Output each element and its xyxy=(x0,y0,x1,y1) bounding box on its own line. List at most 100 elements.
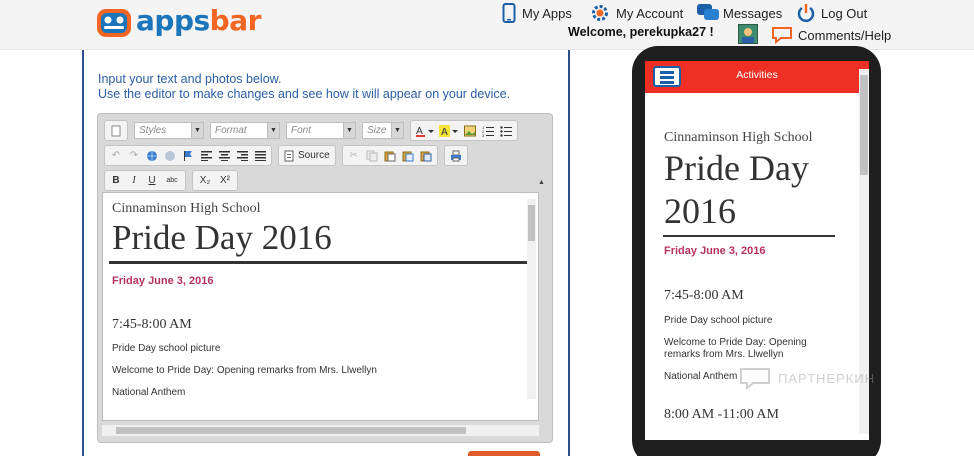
content-agenda-item: Pride Day school picture xyxy=(112,343,221,354)
unlink-icon xyxy=(165,150,175,161)
menu-line xyxy=(660,81,674,84)
italic-button[interactable]: I xyxy=(126,173,142,189)
nav-messages[interactable]: Messages xyxy=(696,2,782,24)
nav-my-account[interactable]: My Account xyxy=(590,2,683,24)
format-dropdown[interactable]: Format ▼ xyxy=(210,122,280,139)
new-page-button[interactable] xyxy=(108,123,124,139)
link-button[interactable] xyxy=(144,148,160,164)
toolbar-group-print xyxy=(443,145,468,166)
source-button[interactable]: Source xyxy=(281,150,333,162)
rich-text-editor: Styles ▼ Format ▼ Font ▼ Size ▼ A A 1 2 … xyxy=(97,113,553,443)
toolbar-group-clipboard: ✂ xyxy=(341,145,438,166)
scrollbar-thumb[interactable] xyxy=(860,75,868,175)
gear-icon xyxy=(592,5,608,21)
scrollbar-thumb[interactable] xyxy=(116,427,466,434)
background-color-button[interactable]: A xyxy=(438,123,460,139)
preview-date: Friday June 3, 2016 xyxy=(664,245,766,257)
top-header: appsbar My Apps My Account Messages Log … xyxy=(0,0,974,50)
appsbar-logo[interactable]: appsbar xyxy=(96,4,261,40)
phone-icon xyxy=(502,3,516,23)
copy-icon xyxy=(366,150,378,161)
highlight-color-icon: A xyxy=(439,124,458,138)
content-divider xyxy=(109,261,532,264)
logo-apps-text: apps xyxy=(136,4,210,37)
undo-icon: ↶ xyxy=(111,150,121,161)
unlink-button[interactable] xyxy=(162,148,178,164)
bold-button[interactable]: B xyxy=(108,173,124,189)
paste-button[interactable] xyxy=(382,148,398,164)
collapse-toolbar-button[interactable]: ▲ xyxy=(538,179,545,186)
preview-school-name: Cinnaminson High School xyxy=(664,130,813,145)
nav-log-out-label: Log Out xyxy=(821,5,868,21)
strikethrough-button[interactable]: abc xyxy=(162,173,182,189)
format-label: Format xyxy=(215,125,247,136)
comment-icon xyxy=(772,27,792,44)
styles-dropdown[interactable]: Styles ▼ xyxy=(134,122,204,139)
subscript-button[interactable]: X₂ xyxy=(196,173,214,189)
toolbar-group-document xyxy=(104,120,128,141)
numbered-list-button[interactable]: 123 xyxy=(480,123,496,139)
instruction-line-1: Input your text and photos below. xyxy=(98,72,282,86)
nav-my-apps[interactable]: My Apps xyxy=(502,2,572,24)
text-color-button[interactable]: A xyxy=(414,123,436,139)
chevron-down-icon: ▼ xyxy=(391,123,403,138)
flag-icon xyxy=(184,150,192,161)
app-header-bar: Activities xyxy=(645,61,869,93)
justify-button[interactable] xyxy=(252,148,268,164)
align-right-button[interactable] xyxy=(234,148,250,164)
paste-word-icon xyxy=(420,151,432,161)
paste-word-button[interactable] xyxy=(418,148,434,164)
superscript-button[interactable]: X² xyxy=(216,173,234,189)
content-time-slot: 7:45-8:00 AM xyxy=(112,317,192,332)
redo-icon: ↷ xyxy=(129,150,139,161)
copy-button[interactable] xyxy=(364,148,380,164)
source-page-icon xyxy=(284,150,294,161)
content-title: Pride Day 2016 xyxy=(112,218,332,257)
nav-my-account-label: My Account xyxy=(616,5,684,21)
redo-button[interactable]: ↷ xyxy=(126,148,142,164)
font-dropdown[interactable]: Font ▼ xyxy=(286,122,356,139)
svg-text:3: 3 xyxy=(482,133,485,137)
editor-horizontal-scrollbar[interactable] xyxy=(102,425,539,436)
scrollbar-thumb[interactable] xyxy=(528,205,535,241)
toolbar-group-basic-styles: B I U abc xyxy=(104,170,186,191)
paste-text-icon xyxy=(402,151,414,161)
printer-icon xyxy=(450,150,461,161)
editor-vertical-scrollbar[interactable] xyxy=(527,199,536,399)
font-label: Font xyxy=(291,125,312,136)
device-preview: Activities Cinnaminson High School Pride… xyxy=(632,46,881,456)
paste-text-button[interactable] xyxy=(400,148,416,164)
numbered-list-icon: 123 xyxy=(482,125,494,137)
editor-content-area[interactable]: Cinnaminson High School Pride Day 2016 F… xyxy=(102,192,539,421)
preview-agenda-item: Welcome to Pride Day: Opening remarks fr… xyxy=(664,337,807,360)
power-icon xyxy=(797,4,815,22)
avatar[interactable] xyxy=(738,24,758,44)
anchor-button[interactable] xyxy=(180,148,196,164)
user-avatar-icon xyxy=(742,28,754,43)
preview-agenda-item: Pride Day school picture xyxy=(664,315,773,326)
bulleted-list-button[interactable] xyxy=(498,123,514,139)
chevron-down-icon: ▼ xyxy=(267,123,279,138)
logo-icon xyxy=(97,9,131,37)
print-button[interactable] xyxy=(448,148,464,164)
size-dropdown[interactable]: Size ▼ xyxy=(362,122,404,139)
save-button[interactable] xyxy=(468,451,540,456)
scissors-icon: ✂ xyxy=(349,150,358,161)
bulleted-list-icon xyxy=(500,125,512,137)
undo-button[interactable]: ↶ xyxy=(108,148,124,164)
cut-button[interactable]: ✂ xyxy=(346,148,362,164)
styles-label: Styles xyxy=(139,125,167,136)
comments-help-label: Comments/Help xyxy=(798,27,892,43)
underline-button[interactable]: U xyxy=(144,173,160,189)
align-center-button[interactable] xyxy=(216,148,232,164)
instruction-line-2: Use the editor to make changes and see h… xyxy=(98,87,511,101)
chevron-down-icon: ▼ xyxy=(191,123,203,138)
text-color-icon: A xyxy=(416,126,434,137)
image-button[interactable] xyxy=(462,123,478,139)
align-left-button[interactable] xyxy=(198,148,214,164)
size-label: Size xyxy=(367,125,387,136)
nav-comments-help[interactable]: Comments/Help xyxy=(771,26,891,44)
nav-messages-label: Messages xyxy=(723,5,783,21)
nav-log-out[interactable]: Log Out xyxy=(797,2,867,24)
toolbar-group-color: A A 123 xyxy=(410,120,518,141)
